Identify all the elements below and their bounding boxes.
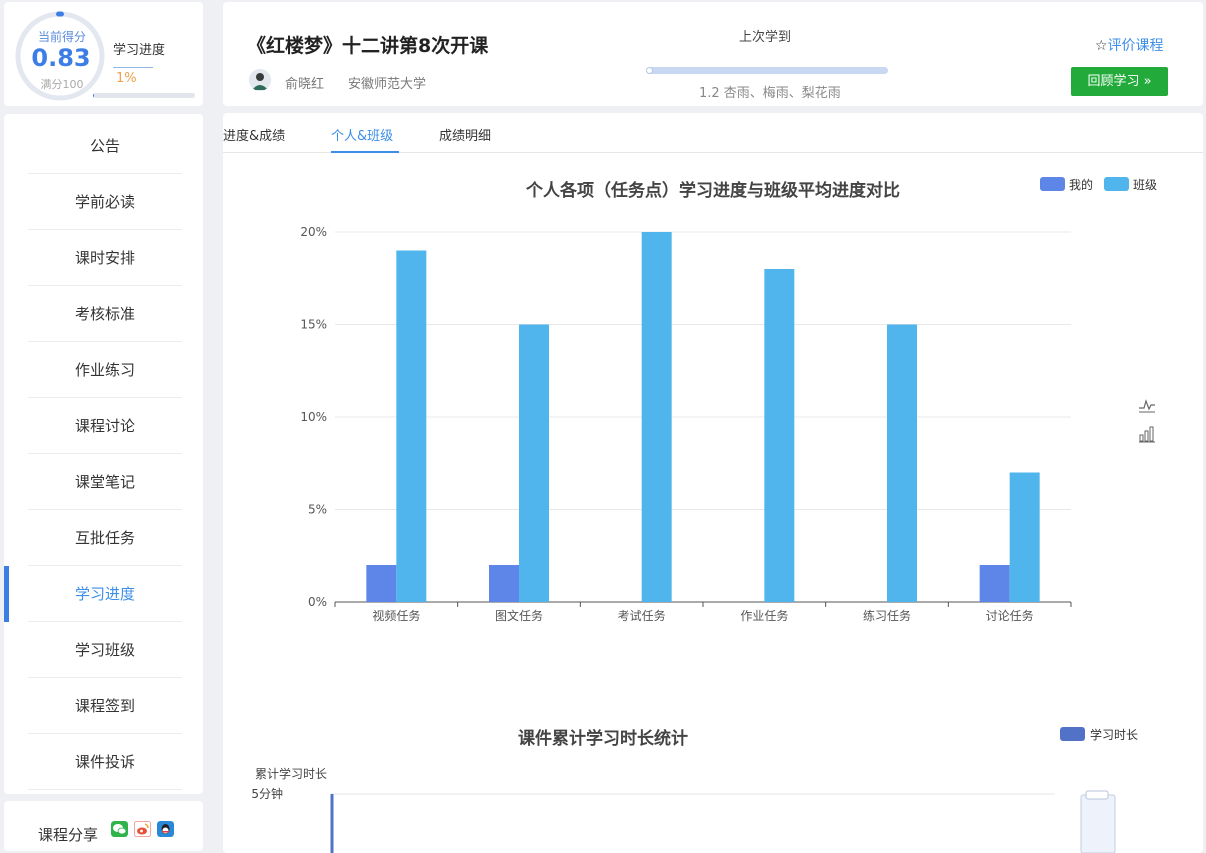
chart1-ytick: 15% [300,318,327,332]
progress-value: 1% [116,71,137,86]
sidebar-item-progress[interactable]: 学习进度 [28,566,182,622]
last-learned-chapter[interactable]: 1.2 杏雨、梅雨、梨花雨 [699,82,841,101]
legend-mine-label[interactable]: 我的 [1069,176,1093,193]
chart1-bar-mine[interactable] [979,565,1010,602]
tab-personal-class[interactable]: 个人&班级 [331,125,393,144]
sidebar-item-complaint[interactable]: 课件投诉 [28,734,182,790]
chart1-plot: 0% 5% 10% 15% 20% 视频任务 图文任务 考试任务 作业任务 练习任务 讨论任务 [300,225,1072,623]
chart1-ytick: 5% [308,503,327,517]
main-panel: 进度&成绩 个人&班级 成绩明细 个人各项（任务点）学习进度与班级平均进度对比 … [223,113,1203,853]
chart2-ylabel: 累计学习时长 [255,767,328,781]
chart1-ytick: 20% [300,225,327,239]
rate-course-link[interactable]: ☆评价课程 [1095,35,1164,55]
chart1-xtick-label: 图文任务 [495,608,543,623]
legend-class-label[interactable]: 班级 [1133,176,1157,193]
chart2-ytick: 5分钟 [251,786,283,801]
progress-divider [113,67,153,68]
chart1-xtick-label: 视频任务 [372,608,420,623]
tab-score-detail[interactable]: 成绩明细 [439,125,491,144]
weibo-icon[interactable] [134,821,151,837]
sidebar-item-schedule[interactable]: 课时安排 [28,230,182,286]
share-card: 课程分享 [4,801,203,851]
share-label: 课程分享 [38,826,99,844]
chart1-bar-class[interactable] [764,269,795,602]
chart1-bar-class[interactable] [396,250,427,603]
chart1-xtick-label: 作业任务 [740,608,788,623]
chart1-xtick-label: 讨论任务 [986,608,1034,623]
last-learned-label: 上次学到 [739,30,792,45]
chart2-plot: 5分钟 [251,786,1116,853]
sidebar-item-preread[interactable]: 学前必读 [28,174,182,230]
sidebar-item-peer-review[interactable]: 互批任务 [28,510,182,566]
nav-active-indicator [4,566,9,622]
legend-duration-swatch[interactable] [1060,727,1085,741]
progress-bar [93,93,195,98]
chart1-xtick-label: 练习任务 [863,608,911,623]
review-button[interactable]: 回顾学习 » [1071,67,1168,96]
legend-duration-label[interactable]: 学习时长 [1090,726,1138,743]
chart1-bar-mine[interactable] [489,565,519,602]
chart1-bar-class[interactable] [887,324,917,603]
sidebar-item-class[interactable]: 学习班级 [28,622,182,678]
legend-class-swatch[interactable] [1104,177,1129,191]
clipboard-icon [1080,790,1116,853]
progress-bar-fill [93,93,95,98]
chart1-bar-mine[interactable] [366,565,397,602]
line-chart-icon[interactable] [1138,396,1156,414]
star-icon: ☆ [1095,38,1108,54]
chart1-ytick: 0% [308,595,327,609]
chart1-bar-class[interactable] [641,232,672,602]
chart1-bar-class[interactable] [1009,472,1040,603]
course-header: 《红楼梦》十二讲第8次开课 俞晓红 安徽师范大学 上次学到 1.2 杏雨、梅雨、… [223,2,1203,106]
tab-active-underline [331,151,399,153]
tab-bar: 进度&成绩 个人&班级 成绩明细 [223,113,1203,153]
legend-mine-swatch[interactable] [1040,177,1065,191]
score-card: 当前得分 0.83 满分100 学习进度 1% [4,2,203,106]
progress-title: 学习进度 [113,43,166,58]
score-label: 当前得分 [37,30,86,44]
last-learned-marker [646,67,653,74]
school-name: 安徽师范大学 [348,77,427,92]
last-learned-bar [646,67,888,74]
avatar [249,69,271,91]
chart1-bar-class[interactable] [519,324,549,603]
qq-icon[interactable] [157,821,174,837]
tab-progress-score[interactable]: 进度&成绩 [223,125,285,144]
sidebar-item-announcement[interactable]: 公告 [28,118,182,174]
sidebar-item-homework[interactable]: 作业练习 [28,342,182,398]
chart1-xtick-label: 考试任务 [618,608,666,623]
score-value: 0.83 [31,44,91,72]
bar-chart-icon[interactable] [1138,425,1156,443]
wechat-icon[interactable] [111,821,128,837]
sidebar-item-discussion[interactable]: 课程讨论 [28,398,182,454]
sidebar-nav: 公告 学前必读 课时安排 考核标准 作业练习 课程讨论 课堂笔记 互批任务 学习… [4,114,203,794]
rate-course-label: 评价课程 [1107,38,1164,54]
teacher-name: 俞晓红 [285,77,325,92]
chart2-title: 课件累计学习时长统计 [518,729,688,749]
sidebar-item-checkin[interactable]: 课程签到 [28,678,182,734]
sidebar-item-notes[interactable]: 课堂笔记 [28,454,182,510]
chart1-ytick: 10% [300,410,327,424]
score-max: 满分100 [40,78,84,91]
course-title: 《红楼梦》十二讲第8次开课 [247,35,489,57]
sidebar-item-criteria[interactable]: 考核标准 [28,286,182,342]
